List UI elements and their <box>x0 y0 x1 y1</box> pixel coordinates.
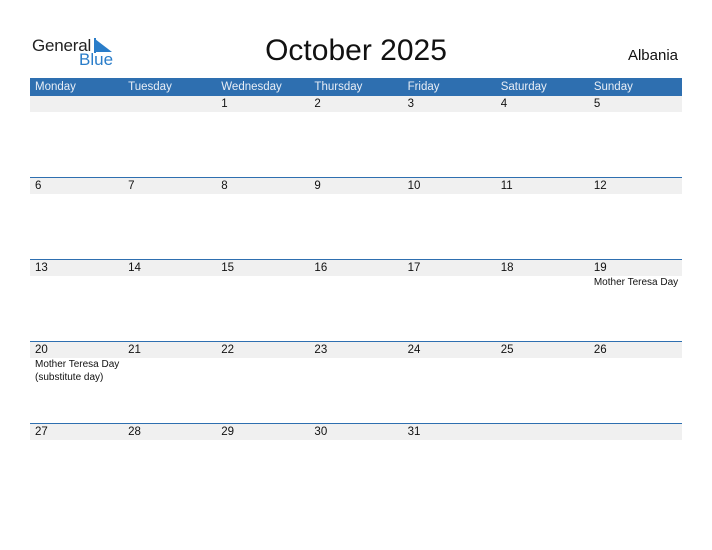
page-title: October 2025 <box>265 34 447 67</box>
day-number: 6 <box>35 180 42 192</box>
day-number: 2 <box>314 98 321 110</box>
holiday-label: Mother Teresa Day (substitute day) <box>35 359 120 383</box>
day-number: 14 <box>128 262 141 274</box>
week-row: 1 2 3 4 5 <box>30 96 682 177</box>
weekday-tuesday: Tuesday <box>128 81 172 93</box>
day-number: 15 <box>221 262 235 274</box>
date-row: 6 7 8 9 10 11 12 <box>30 178 682 194</box>
country-label: Albania <box>627 47 678 64</box>
weekday-wednesday: Wednesday <box>221 81 282 93</box>
day-number: 17 <box>407 262 421 274</box>
week-row: 27 28 29 30 31 <box>30 423 682 505</box>
holiday-label <box>589 358 682 384</box>
holiday-label <box>496 358 589 384</box>
day-number: 27 <box>35 426 48 438</box>
weekday-sunday: Sunday <box>593 81 633 93</box>
holiday-label: Mother Teresa Day <box>593 277 679 288</box>
holiday-label <box>216 276 309 289</box>
day-number: 31 <box>407 426 421 438</box>
holiday-label <box>216 358 309 384</box>
weekday-monday: Monday <box>35 81 76 93</box>
day-number: 30 <box>314 426 328 438</box>
day-number: 21 <box>128 344 141 356</box>
holiday-label <box>123 358 216 384</box>
week-row: 13 14 15 16 17 18 19 Mother Teresa Day <box>30 259 682 341</box>
day-number: 8 <box>221 180 228 192</box>
day-number <box>30 96 123 112</box>
holiday-label <box>123 276 216 289</box>
holiday-label <box>309 358 402 384</box>
date-row: 20 21 22 23 24 25 26 <box>30 342 682 358</box>
day-number: 29 <box>221 426 235 438</box>
day-number <box>589 424 682 440</box>
holiday-label <box>30 276 123 289</box>
day-number: 22 <box>221 344 235 356</box>
date-row: 27 28 29 30 31 <box>30 424 682 440</box>
day-number: 4 <box>500 98 508 110</box>
event-row: Mother Teresa Day <box>30 276 682 289</box>
holiday-label <box>403 358 496 384</box>
week-row: 6 7 8 9 10 11 12 <box>30 177 682 259</box>
day-number: 28 <box>128 426 141 438</box>
weekday-friday: Friday <box>407 81 440 93</box>
date-row: 13 14 15 16 17 18 19 <box>30 260 682 276</box>
day-number: 10 <box>407 180 421 192</box>
calendar-grid: Monday Tuesday Wednesday Thursday Friday… <box>30 78 682 505</box>
holiday-label <box>403 276 496 289</box>
day-number: 7 <box>128 180 135 192</box>
week-row: 20 21 22 23 24 25 26 Mother Teresa Day (substitu… <box>30 341 682 423</box>
day-number <box>123 96 216 112</box>
day-number: 23 <box>314 344 328 356</box>
holiday-label <box>496 276 589 289</box>
day-number: 12 <box>593 180 607 192</box>
event-row: Mother Teresa Day (substitute day) <box>30 358 682 384</box>
day-number: 19 <box>593 262 607 274</box>
day-number: 11 <box>500 180 513 192</box>
holiday-label <box>309 276 402 289</box>
day-number: 13 <box>35 262 48 274</box>
day-number: 18 <box>500 262 514 274</box>
weekday-thursday: Thursday <box>314 81 363 93</box>
day-number: 16 <box>314 262 328 274</box>
day-number <box>496 424 589 440</box>
day-number: 5 <box>593 98 601 110</box>
day-number: 24 <box>407 344 421 356</box>
day-number: 9 <box>314 180 321 192</box>
day-number: 20 <box>35 344 48 356</box>
day-number: 25 <box>500 344 514 356</box>
weekday-saturday: Saturday <box>500 81 547 93</box>
day-number: 26 <box>593 344 607 356</box>
day-number: 1 <box>221 98 228 110</box>
day-number: 3 <box>407 98 414 110</box>
weekday-header: Monday Tuesday Wednesday Thursday Friday… <box>30 78 682 96</box>
date-row: 1 2 3 4 5 <box>30 96 682 112</box>
